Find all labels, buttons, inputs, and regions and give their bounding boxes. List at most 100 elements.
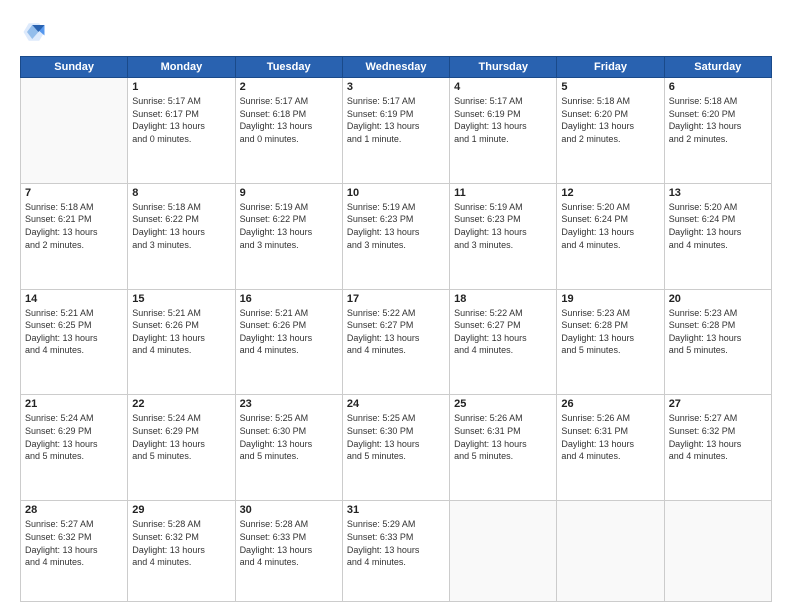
day-info: Sunrise: 5:17 AMSunset: 6:18 PMDaylight:… (240, 95, 338, 145)
day-info: Sunrise: 5:28 AMSunset: 6:32 PMDaylight:… (132, 518, 230, 568)
day-info: Sunrise: 5:21 AMSunset: 6:25 PMDaylight:… (25, 307, 123, 357)
calendar-cell: 5 Sunrise: 5:18 AMSunset: 6:20 PMDaylight… (557, 78, 664, 184)
day-number: 4 (454, 81, 552, 93)
day-number: 11 (454, 187, 552, 199)
day-info: Sunrise: 5:19 AMSunset: 6:23 PMDaylight:… (454, 201, 552, 251)
day-info: Sunrise: 5:18 AMSunset: 6:20 PMDaylight:… (561, 95, 659, 145)
header (20, 18, 772, 46)
day-number: 3 (347, 81, 445, 93)
weekday-header-tuesday: Tuesday (235, 57, 342, 78)
calendar-cell (450, 501, 557, 602)
calendar-cell: 20 Sunrise: 5:23 AMSunset: 6:28 PMDayligh… (664, 289, 771, 395)
day-info: Sunrise: 5:25 AMSunset: 6:30 PMDaylight:… (347, 412, 445, 462)
day-info: Sunrise: 5:18 AMSunset: 6:22 PMDaylight:… (132, 201, 230, 251)
week-row-4: 21Sunrise: 5:24 AMSunset: 6:29 PMDayligh… (21, 395, 772, 501)
day-info: Sunrise: 5:25 AMSunset: 6:30 PMDaylight:… (240, 412, 338, 462)
calendar-cell: 30 Sunrise: 5:28 AMSunset: 6:33 PMDayligh… (235, 501, 342, 602)
day-info: Sunrise: 5:27 AMSunset: 6:32 PMDaylight:… (25, 518, 123, 568)
calendar-cell: 4 Sunrise: 5:17 AMSunset: 6:19 PMDaylight… (450, 78, 557, 184)
calendar-cell (557, 501, 664, 602)
calendar-cell: 6 Sunrise: 5:18 AMSunset: 6:20 PMDaylight… (664, 78, 771, 184)
calendar-cell: 15Sunrise: 5:21 AMSunset: 6:26 PMDayligh… (128, 289, 235, 395)
day-info: Sunrise: 5:29 AMSunset: 6:33 PMDaylight:… (347, 518, 445, 568)
calendar-cell: 18 Sunrise: 5:22 AMSunset: 6:27 PMDayligh… (450, 289, 557, 395)
weekday-header-saturday: Saturday (664, 57, 771, 78)
calendar-cell: 17Sunrise: 5:22 AMSunset: 6:27 PMDayligh… (342, 289, 449, 395)
day-number: 19 (561, 293, 659, 305)
weekday-header-friday: Friday (557, 57, 664, 78)
calendar-cell: 1Sunrise: 5:17 AMSunset: 6:17 PMDaylight… (128, 78, 235, 184)
calendar-cell: 13 Sunrise: 5:20 AMSunset: 6:24 PMDayligh… (664, 183, 771, 289)
calendar-cell: 7Sunrise: 5:18 AMSunset: 6:21 PMDaylight… (21, 183, 128, 289)
week-row-5: 28 Sunrise: 5:27 AMSunset: 6:32 PMDayligh… (21, 501, 772, 602)
calendar-cell: 31Sunrise: 5:29 AMSunset: 6:33 PMDayligh… (342, 501, 449, 602)
day-info: Sunrise: 5:21 AMSunset: 6:26 PMDaylight:… (240, 307, 338, 357)
day-info: Sunrise: 5:17 AMSunset: 6:19 PMDaylight:… (347, 95, 445, 145)
day-info: Sunrise: 5:23 AMSunset: 6:28 PMDaylight:… (669, 307, 767, 357)
day-number: 27 (669, 398, 767, 410)
weekday-header-monday: Monday (128, 57, 235, 78)
day-number: 5 (561, 81, 659, 93)
day-number: 25 (454, 398, 552, 410)
day-info: Sunrise: 5:28 AMSunset: 6:33 PMDaylight:… (240, 518, 338, 568)
calendar-cell: 29Sunrise: 5:28 AMSunset: 6:32 PMDayligh… (128, 501, 235, 602)
calendar-cell (21, 78, 128, 184)
day-number: 18 (454, 293, 552, 305)
day-info: Sunrise: 5:24 AMSunset: 6:29 PMDaylight:… (132, 412, 230, 462)
calendar-cell: 21Sunrise: 5:24 AMSunset: 6:29 PMDayligh… (21, 395, 128, 501)
day-number: 20 (669, 293, 767, 305)
day-info: Sunrise: 5:17 AMSunset: 6:19 PMDaylight:… (454, 95, 552, 145)
week-row-2: 7Sunrise: 5:18 AMSunset: 6:21 PMDaylight… (21, 183, 772, 289)
day-info: Sunrise: 5:20 AMSunset: 6:24 PMDaylight:… (561, 201, 659, 251)
day-number: 10 (347, 187, 445, 199)
calendar-cell: 23 Sunrise: 5:25 AMSunset: 6:30 PMDayligh… (235, 395, 342, 501)
day-number: 23 (240, 398, 338, 410)
day-number: 22 (132, 398, 230, 410)
day-number: 26 (561, 398, 659, 410)
calendar-cell: 19Sunrise: 5:23 AMSunset: 6:28 PMDayligh… (557, 289, 664, 395)
calendar-cell: 11 Sunrise: 5:19 AMSunset: 6:23 PMDayligh… (450, 183, 557, 289)
calendar-cell: 10 Sunrise: 5:19 AMSunset: 6:23 PMDayligh… (342, 183, 449, 289)
calendar-table: SundayMondayTuesdayWednesdayThursdayFrid… (20, 56, 772, 602)
day-number: 24 (347, 398, 445, 410)
calendar-cell: 14 Sunrise: 5:21 AMSunset: 6:25 PMDayligh… (21, 289, 128, 395)
day-number: 14 (25, 293, 123, 305)
day-info: Sunrise: 5:19 AMSunset: 6:23 PMDaylight:… (347, 201, 445, 251)
calendar-cell: 25 Sunrise: 5:26 AMSunset: 6:31 PMDayligh… (450, 395, 557, 501)
day-number: 1 (132, 81, 230, 93)
weekday-header-row: SundayMondayTuesdayWednesdayThursdayFrid… (21, 57, 772, 78)
calendar-cell: 28 Sunrise: 5:27 AMSunset: 6:32 PMDayligh… (21, 501, 128, 602)
logo (20, 18, 52, 46)
calendar-cell (664, 501, 771, 602)
weekday-header-sunday: Sunday (21, 57, 128, 78)
week-row-3: 14 Sunrise: 5:21 AMSunset: 6:25 PMDayligh… (21, 289, 772, 395)
day-info: Sunrise: 5:22 AMSunset: 6:27 PMDaylight:… (347, 307, 445, 357)
day-number: 12 (561, 187, 659, 199)
weekday-header-wednesday: Wednesday (342, 57, 449, 78)
day-info: Sunrise: 5:26 AMSunset: 6:31 PMDaylight:… (561, 412, 659, 462)
weekday-header-thursday: Thursday (450, 57, 557, 78)
calendar-cell: 16Sunrise: 5:21 AMSunset: 6:26 PMDayligh… (235, 289, 342, 395)
day-number: 6 (669, 81, 767, 93)
day-number: 30 (240, 504, 338, 516)
day-info: Sunrise: 5:27 AMSunset: 6:32 PMDaylight:… (669, 412, 767, 462)
calendar-cell: 22 Sunrise: 5:24 AMSunset: 6:29 PMDayligh… (128, 395, 235, 501)
calendar-cell: 3 Sunrise: 5:17 AMSunset: 6:19 PMDaylight… (342, 78, 449, 184)
day-info: Sunrise: 5:26 AMSunset: 6:31 PMDaylight:… (454, 412, 552, 462)
calendar-cell: 26 Sunrise: 5:26 AMSunset: 6:31 PMDayligh… (557, 395, 664, 501)
logo-icon (20, 18, 48, 46)
day-number: 28 (25, 504, 123, 516)
day-number: 9 (240, 187, 338, 199)
day-number: 15 (132, 293, 230, 305)
day-number: 13 (669, 187, 767, 199)
page: SundayMondayTuesdayWednesdayThursdayFrid… (0, 0, 792, 612)
day-info: Sunrise: 5:22 AMSunset: 6:27 PMDaylight:… (454, 307, 552, 357)
day-info: Sunrise: 5:18 AMSunset: 6:20 PMDaylight:… (669, 95, 767, 145)
day-info: Sunrise: 5:20 AMSunset: 6:24 PMDaylight:… (669, 201, 767, 251)
day-info: Sunrise: 5:24 AMSunset: 6:29 PMDaylight:… (25, 412, 123, 462)
calendar-cell: 12 Sunrise: 5:20 AMSunset: 6:24 PMDayligh… (557, 183, 664, 289)
calendar-cell: 24 Sunrise: 5:25 AMSunset: 6:30 PMDayligh… (342, 395, 449, 501)
day-number: 2 (240, 81, 338, 93)
day-number: 8 (132, 187, 230, 199)
calendar-cell: 8 Sunrise: 5:18 AMSunset: 6:22 PMDaylight… (128, 183, 235, 289)
